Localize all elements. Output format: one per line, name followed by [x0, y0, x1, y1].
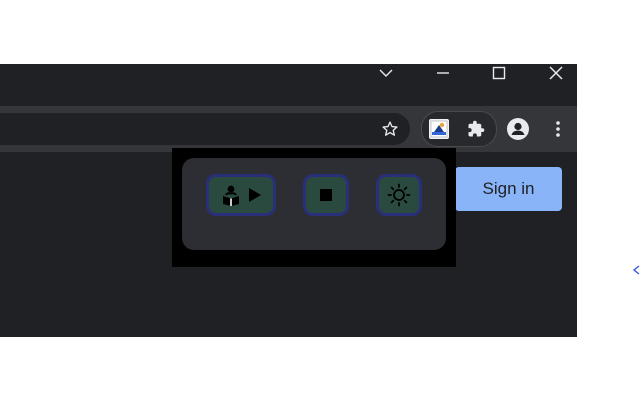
popup-panel [182, 158, 446, 250]
sun-icon [387, 183, 411, 207]
stop-button[interactable] [303, 174, 349, 216]
tab-search-button[interactable] [360, 64, 412, 82]
maximize-button[interactable] [473, 64, 525, 82]
close-icon [549, 66, 563, 80]
extension-app-icon [429, 119, 449, 139]
play-icon [249, 188, 261, 202]
menu-button[interactable] [544, 115, 572, 143]
extension-popup [172, 148, 456, 267]
minimize-button[interactable] [417, 64, 469, 82]
reader-person-icon [223, 185, 239, 206]
address-bar[interactable] [0, 113, 410, 145]
puzzle-icon [468, 120, 485, 137]
chevron-down-icon [379, 69, 393, 77]
extension-app-button[interactable] [425, 115, 453, 143]
stop-icon [320, 189, 332, 201]
bookmark-button[interactable] [376, 115, 404, 143]
extensions-group [421, 111, 497, 147]
maximize-icon [492, 66, 506, 80]
profile-button[interactable] [504, 115, 532, 143]
title-bar [0, 64, 577, 106]
star-icon [382, 121, 398, 136]
menu-icon [556, 121, 560, 137]
brightness-button[interactable] [376, 174, 422, 216]
browser-window: Sign in [0, 64, 577, 337]
arrow-left-icon [632, 265, 640, 275]
profile-icon [507, 118, 529, 140]
browser-toolbar [0, 106, 577, 152]
reader-play-button[interactable] [206, 174, 276, 216]
close-button[interactable] [530, 64, 582, 82]
sign-in-button[interactable]: Sign in [455, 167, 562, 211]
minimize-icon [437, 72, 449, 74]
extensions-button[interactable] [462, 115, 490, 143]
